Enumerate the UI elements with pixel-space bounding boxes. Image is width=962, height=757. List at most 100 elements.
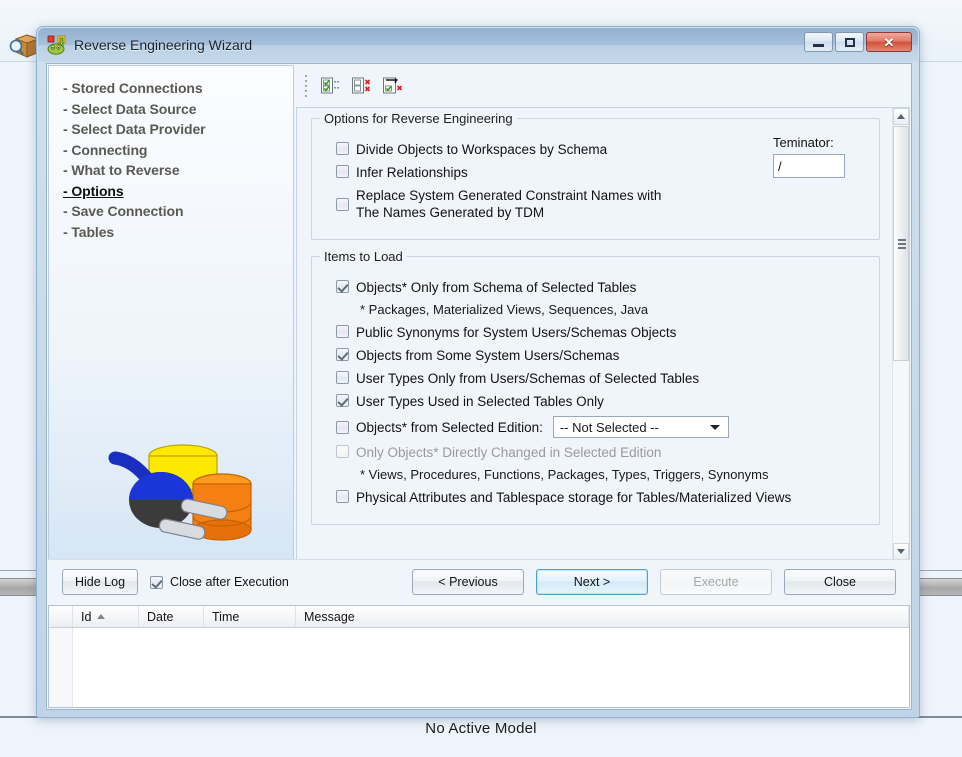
dialog-client-area: - Stored Connections - Select Data Sourc… [46, 63, 912, 710]
window-title: Reverse Engineering Wizard [74, 37, 253, 53]
column-header-time[interactable]: Time [204, 606, 296, 627]
sort-ascending-icon [97, 614, 106, 619]
checkbox-label-public-synonyms: Public Synonyms for System Users/Schemas… [356, 325, 677, 340]
terminator-field-group: Teminator: [773, 135, 865, 178]
checkbox-label-replace-constraint-names: Replace System Generated Constraint Name… [356, 188, 662, 220]
sidebar-item-save-connection[interactable]: - Save Connection [63, 201, 293, 222]
sidebar-item-stored-connections[interactable]: - Stored Connections [63, 78, 293, 99]
checkbox-label-objects-from-edition: Objects* from Selected Edition: [356, 419, 543, 435]
checkbox-public-synonyms[interactable] [336, 325, 349, 338]
wizard-navigation-buttons: < Previous Next > Execute Close [412, 568, 896, 595]
scroll-down-icon[interactable] [893, 543, 909, 560]
log-grid-corner [49, 606, 73, 627]
checkbox-replace-constraint-names[interactable] [336, 198, 349, 211]
sidebar-item-select-data-source[interactable]: - Select Data Source [63, 99, 293, 120]
checkbox-row-replace-constraint-names[interactable]: Replace System Generated Constraint Name… [336, 187, 869, 221]
checkbox-label-user-types-used: User Types Used in Selected Tables Only [356, 394, 604, 409]
title-bar[interactable]: Reverse Engineering Wizard ✕ [38, 28, 918, 62]
uncheck-all-icon[interactable] [349, 73, 375, 99]
database-plug-icon [97, 436, 267, 556]
footnote-packages: * Packages, Materialized Views, Sequence… [360, 302, 649, 317]
wizard-step-sidebar: - Stored Connections - Select Data Sourc… [48, 65, 294, 563]
edition-dropdown[interactable]: -- Not Selected -- [552, 416, 729, 438]
items-group-legend: Items to Load [320, 249, 407, 264]
options-panel-content: Options for Reverse Engineering Divide O… [297, 108, 892, 560]
previous-button[interactable]: < Previous [412, 568, 524, 595]
checkbox-label-objects-from-system-users: Objects from Some System Users/Schemas [356, 348, 620, 363]
column-header-id[interactable]: Id [73, 606, 139, 627]
chevron-down-icon [709, 425, 720, 430]
column-header-time-label: Time [212, 609, 240, 624]
edition-dropdown-value: -- Not Selected -- [559, 419, 659, 435]
close-after-execution-row[interactable]: Close after Execution [150, 575, 289, 589]
terminator-label: Teminator: [773, 135, 834, 150]
checkbox-label-only-objects-changed: Only Objects* Directly Changed in Select… [356, 445, 662, 460]
checkbox-row-objects-from-system-users[interactable]: Objects from Some System Users/Schemas [336, 347, 869, 364]
checkbox-objects-from-system-users[interactable] [336, 348, 349, 361]
checkbox-row-physical-attributes[interactable]: Physical Attributes and Tablespace stora… [336, 489, 869, 506]
log-grid-body[interactable] [49, 628, 909, 707]
options-for-reverse-engineering-group: Options for Reverse Engineering Divide O… [311, 111, 880, 240]
checkbox-physical-attributes[interactable] [336, 490, 349, 503]
column-header-date-label: Date [147, 609, 174, 624]
checkbox-row-user-types-used[interactable]: User Types Used in Selected Tables Only [336, 393, 869, 410]
checkbox-row-public-synonyms[interactable]: Public Synonyms for System Users/Schemas… [336, 324, 869, 341]
checkbox-label-objects-only-from-schema: Objects* Only from Schema of Selected Ta… [356, 280, 637, 295]
dialog-button-bar: Hide Log Close after Execution < Previou… [48, 559, 910, 603]
checkbox-infer-relationships[interactable] [336, 165, 349, 178]
log-grid-header: Id Date Time Message [49, 606, 909, 628]
minimize-icon[interactable] [804, 32, 833, 52]
column-header-message-label: Message [304, 609, 355, 624]
window-controls: ✕ [804, 32, 912, 52]
column-header-id-label: Id [81, 609, 92, 624]
checkbox-label-user-types-only: User Types Only from Users/Schemas of Se… [356, 371, 700, 386]
drag-grip-icon[interactable] [304, 73, 310, 99]
reverse-engineering-wizard-window: Reverse Engineering Wizard ✕ - Stored Co… [36, 26, 920, 718]
terminator-input[interactable] [773, 154, 845, 178]
scrollbar-thumb[interactable] [893, 126, 909, 361]
execute-button: Execute [660, 568, 772, 595]
items-to-load-group: Items to Load Objects* Only from Schema … [311, 249, 880, 525]
checkbox-objects-only-from-schema[interactable] [336, 280, 349, 293]
scrollbar-grip-icon [898, 238, 906, 249]
checkbox-row-only-objects-changed: Only Objects* Directly Changed in Select… [336, 444, 869, 461]
checkbox-row-objects-only-from-schema[interactable]: Objects* Only from Schema of Selected Ta… [336, 279, 869, 296]
next-button[interactable]: Next > [536, 568, 648, 595]
sidebar-item-select-data-provider[interactable]: - Select Data Provider [63, 119, 293, 140]
sidebar-item-options[interactable]: - Options [63, 181, 293, 202]
close-button[interactable]: Close [784, 568, 896, 595]
sidebar-item-tables[interactable]: - Tables [63, 222, 293, 243]
checkbox-user-types-only[interactable] [336, 371, 349, 384]
reverse-engineering-icon [47, 35, 67, 55]
checkbox-label-close-after-execution: Close after Execution [170, 574, 289, 589]
sidebar-item-connecting[interactable]: - Connecting [63, 140, 293, 161]
options-vertical-scrollbar[interactable] [892, 108, 909, 560]
wizard-step-list: - Stored Connections - Select Data Sourc… [49, 66, 293, 242]
selection-toolbar [296, 65, 910, 107]
footnote-views: * Views, Procedures, Functions, Packages… [360, 467, 769, 482]
status-text: No Active Model [425, 720, 537, 737]
checkbox-label-infer-relationships: Infer Relationships [356, 165, 468, 180]
column-header-message[interactable]: Message [296, 606, 909, 627]
hide-log-button[interactable]: Hide Log [62, 568, 139, 595]
checkbox-label-divide-objects: Divide Objects to Workspaces by Schema [356, 142, 608, 157]
close-glyph: ✕ [883, 34, 895, 50]
options-group-legend: Options for Reverse Engineering [320, 111, 517, 126]
checkbox-objects-from-edition[interactable] [336, 421, 349, 434]
check-all-icon[interactable] [318, 73, 344, 99]
log-grid: Id Date Time Message [48, 605, 910, 708]
invert-selection-icon[interactable] [380, 73, 406, 99]
column-header-date[interactable]: Date [139, 606, 204, 627]
options-panel: Options for Reverse Engineering Divide O… [296, 107, 910, 561]
checkbox-user-types-used[interactable] [336, 394, 349, 407]
checkbox-only-objects-changed [336, 445, 349, 458]
log-grid-row-gutter [49, 628, 73, 707]
checkbox-row-user-types-only[interactable]: User Types Only from Users/Schemas of Se… [336, 370, 869, 387]
scroll-up-icon[interactable] [893, 108, 909, 125]
checkbox-divide-objects[interactable] [336, 142, 349, 155]
sidebar-item-what-to-reverse[interactable]: - What to Reverse [63, 160, 293, 181]
maximize-icon[interactable] [835, 32, 864, 52]
checkbox-row-objects-from-edition[interactable]: Objects* from Selected Edition: -- Not S… [336, 416, 869, 438]
checkbox-close-after-execution[interactable] [150, 575, 164, 589]
close-icon[interactable]: ✕ [866, 32, 912, 52]
